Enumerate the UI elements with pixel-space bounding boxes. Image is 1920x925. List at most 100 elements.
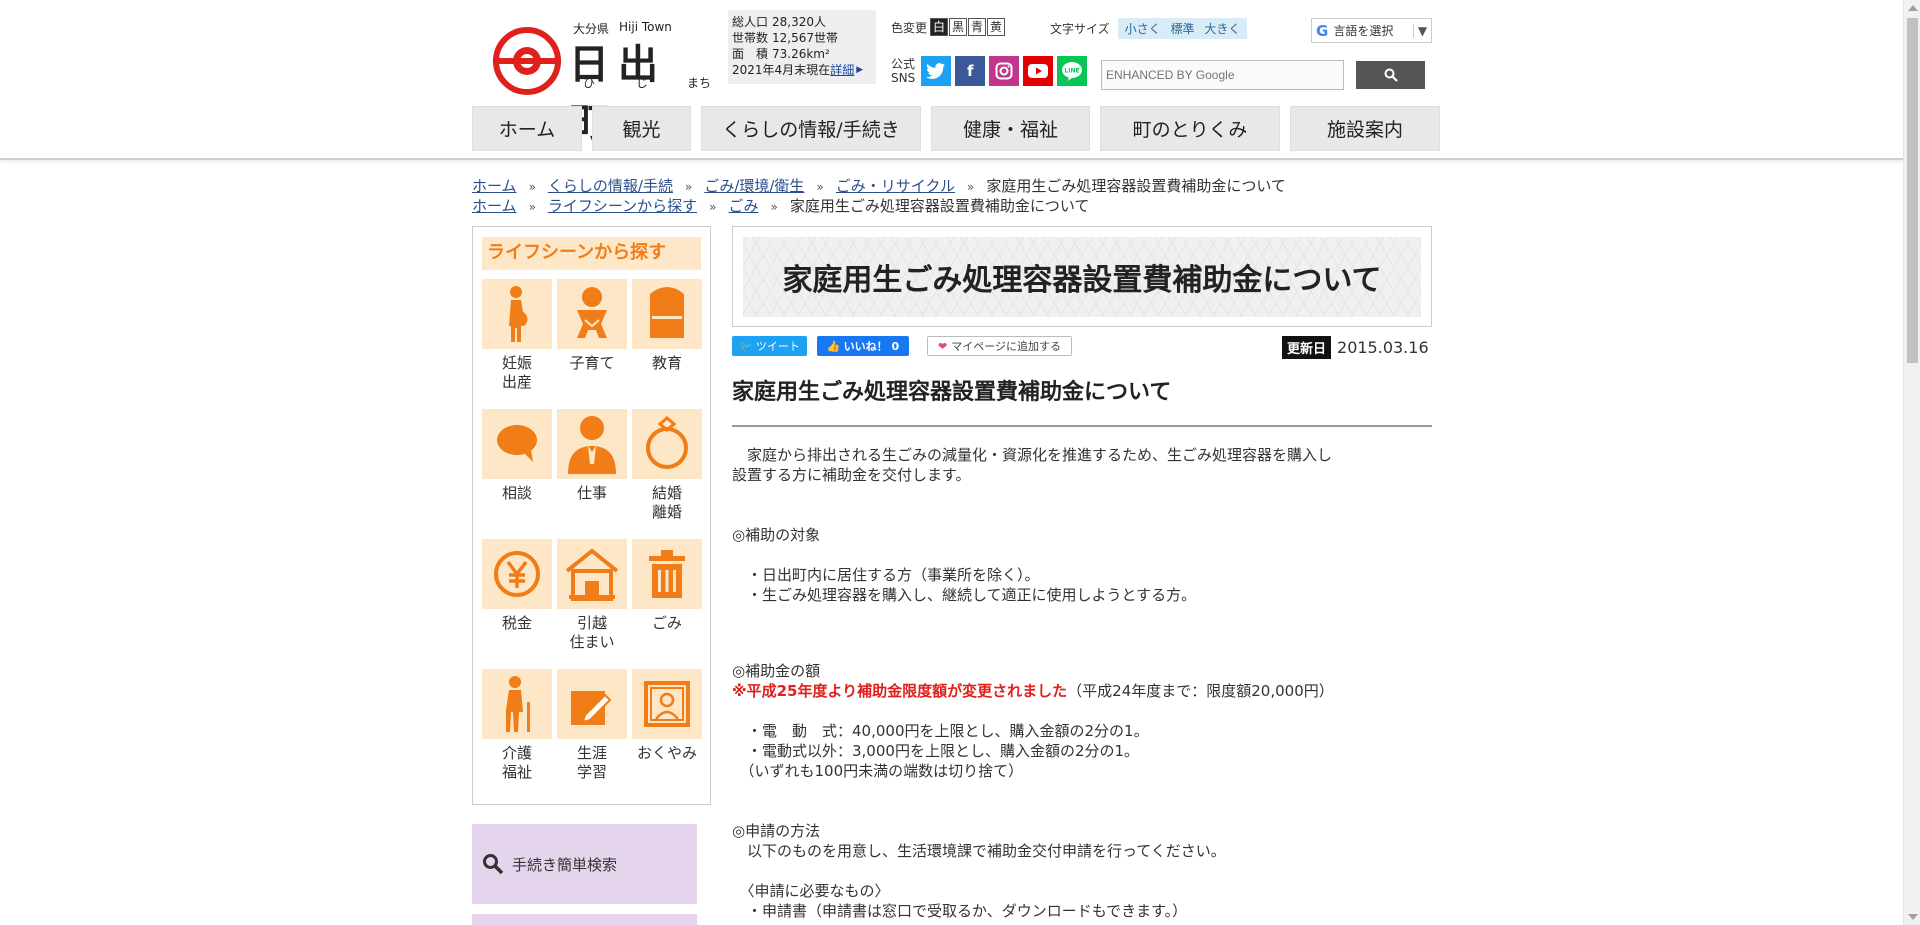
life-item-work[interactable]: 仕事 [557, 409, 627, 503]
color-yellow-button[interactable]: 黄 [987, 18, 1006, 36]
section-heading: ◎補助金の額 [732, 662, 821, 680]
search-icon [1384, 68, 1398, 82]
life-item-label: 仕事 [576, 484, 607, 502]
font-size-label: 文字サイズ [1050, 22, 1110, 36]
nav-living[interactable]: くらしの情報/手続き [701, 106, 921, 151]
breadcrumb-current: 家庭用生ごみ処理容器設置費補助金について [986, 177, 1286, 195]
breadcrumb-link[interactable]: くらしの情報/手続 [548, 177, 673, 195]
color-white-button[interactable]: 白 [930, 18, 949, 36]
life-item-tax[interactable]: 税金 [482, 539, 552, 633]
google-icon: G [1316, 21, 1329, 40]
stats-detail-link[interactable]: 詳細 [830, 62, 854, 78]
updated-badge: 更新日 [1282, 336, 1332, 359]
breadcrumb-separator: » [684, 180, 693, 194]
life-item-label: 教育 [651, 354, 682, 372]
life-scene-sidebar: ライフシーンから探す 妊娠 出産 子育て 教育 相談 仕事 結婚 離婚 税金 引… [472, 226, 711, 805]
procedure-search-button[interactable]: 手続き簡単検索 [472, 824, 697, 904]
life-item-label: 妊娠 [501, 354, 532, 372]
life-item-label: 相談 [501, 484, 532, 502]
life-item-condolence[interactable]: おくやみ [632, 669, 702, 763]
language-select[interactable]: G 言語を選択 ▼ [1311, 18, 1432, 43]
life-item-care[interactable]: 介護 福祉 [482, 669, 552, 782]
paragraph: 設置する方に補助金を交付します。 [732, 466, 971, 484]
font-small-button[interactable]: 小さく [1125, 22, 1161, 36]
article-heading: 家庭用生ごみ処理容器設置費補助金について [732, 380, 1172, 405]
ruby-ji: じ [636, 76, 649, 90]
chevron-down-icon: ▼ [1413, 23, 1431, 38]
search-input[interactable] [1101, 60, 1344, 90]
font-large-button[interactable]: 大きく [1204, 22, 1240, 36]
search-button[interactable] [1356, 61, 1425, 89]
scroll-up-icon[interactable] [1908, 5, 1918, 11]
tweet-button[interactable]: 🐦 ツイート [732, 336, 807, 356]
add-mypage-button[interactable]: ❤ マイページに追加する [927, 336, 1072, 356]
life-item-label: 結婚 [651, 484, 682, 502]
color-blue-button[interactable]: 青 [968, 18, 987, 36]
twitter-icon[interactable] [921, 56, 952, 86]
nav-tourism[interactable]: 観光 [592, 106, 691, 151]
tweet-label: ツイート [755, 340, 800, 353]
life-item-label: おくやみ [636, 744, 697, 762]
breadcrumb-link[interactable]: ホーム [472, 197, 517, 215]
color-black-button[interactable]: 黒 [949, 18, 968, 36]
life-item-label: ごみ [651, 614, 682, 632]
facebook-icon[interactable]: f [955, 56, 986, 86]
life-item-education[interactable]: 教育 [632, 279, 702, 373]
life-item-garbage[interactable]: ごみ [632, 539, 702, 633]
stat-key: 面 積 [732, 47, 769, 61]
nav-facilities[interactable]: 施設案内 [1290, 106, 1440, 151]
life-item-learning[interactable]: 生涯 学習 [557, 669, 627, 782]
font-size-control: 文字サイズ 小さく 標準 大きく [1050, 18, 1248, 39]
ruby-hi: ひ [583, 76, 596, 90]
breadcrumb-link[interactable]: ごみ・リサイクル [836, 177, 955, 195]
breadcrumb-link[interactable]: ライフシーンから探す [548, 197, 697, 215]
life-item-label: 介護 [501, 744, 532, 762]
sns-label: 公式 SNS [891, 57, 915, 85]
breadcrumb-current: 家庭用生ごみ処理容器設置費補助金について [789, 197, 1090, 215]
page-title: 家庭用生ごみ処理容器設置費補助金について [743, 237, 1421, 317]
paragraph: 以下のものを用意し、生活環境課で補助金交付申請を行ってください。 [732, 842, 1226, 860]
site-logo[interactable]: 大分県 Hiji Town 日出町 ひ じ まち [491, 18, 711, 146]
nav-health-welfare[interactable]: 健康・福祉 [931, 106, 1090, 151]
life-item-label: 引越 [576, 614, 607, 632]
notice-note: （平成24年度まで：限度額20,000円） [1067, 682, 1334, 700]
life-item-label: 福祉 [501, 763, 532, 781]
scrollbar-thumb[interactable] [1907, 18, 1918, 363]
list-item: （いずれも100円未満の端数は切り捨て） [732, 762, 1024, 780]
list-item: ・電動式以外：3,000円を上限とし、購入金額の2分の1。 [732, 742, 1140, 760]
life-item-marriage[interactable]: 結婚 離婚 [632, 409, 702, 522]
color-change-label: 色変更 [891, 20, 928, 35]
facebook-like-button[interactable]: 👍 いいね！ 0 [817, 336, 909, 356]
life-item-moving[interactable]: 引越 住まい [557, 539, 627, 652]
nav-home[interactable]: ホーム [472, 106, 582, 151]
trash-icon [649, 550, 685, 598]
stat-key: 総人口 [732, 15, 769, 29]
list-item: ・申請書（申請書は窓口で受取るか、ダウンロードもできます。） [732, 902, 1188, 920]
life-item-childcare[interactable]: 子育て [557, 279, 627, 373]
scroll-down-icon[interactable] [1908, 914, 1918, 920]
baby-icon [577, 287, 607, 338]
life-item-label: 住まい [569, 633, 615, 651]
list-item: ・生ごみ処理容器を購入し、継続して適正に使用しようとする方。 [732, 586, 1197, 604]
line-icon[interactable]: LINE [1057, 56, 1088, 86]
breadcrumb-link[interactable]: ごみ [729, 197, 759, 215]
breadcrumb-link[interactable]: ホーム [472, 177, 517, 195]
thumbs-up-icon: 👍 [826, 339, 841, 353]
vertical-scrollbar[interactable] [1903, 0, 1920, 925]
breadcrumb-link[interactable]: ごみ/環境/衛生 [704, 177, 804, 195]
life-item-consultation[interactable]: 相談 [482, 409, 552, 503]
breadcrumb-separator: » [709, 200, 717, 214]
page-title-box: 家庭用生ごみ処理容器設置費補助金について [732, 226, 1432, 327]
font-standard-button[interactable]: 標準 [1170, 22, 1194, 36]
youtube-icon[interactable] [1023, 56, 1054, 86]
stat-value: 28,320人 [772, 15, 826, 29]
section-heading: ◎申請の方法 [732, 822, 821, 840]
life-item-pregnancy[interactable]: 妊娠 出産 [482, 279, 552, 392]
stat-key: 世帯数 [732, 31, 769, 45]
nav-town-initiatives[interactable]: 町のとりくみ [1100, 106, 1280, 151]
life-item-label: 生涯 [576, 744, 607, 762]
color-change: 色変更 白 黒 青 黄 [891, 18, 1006, 36]
instagram-icon[interactable] [989, 56, 1020, 86]
house-icon [565, 548, 619, 601]
divider [732, 425, 1432, 427]
